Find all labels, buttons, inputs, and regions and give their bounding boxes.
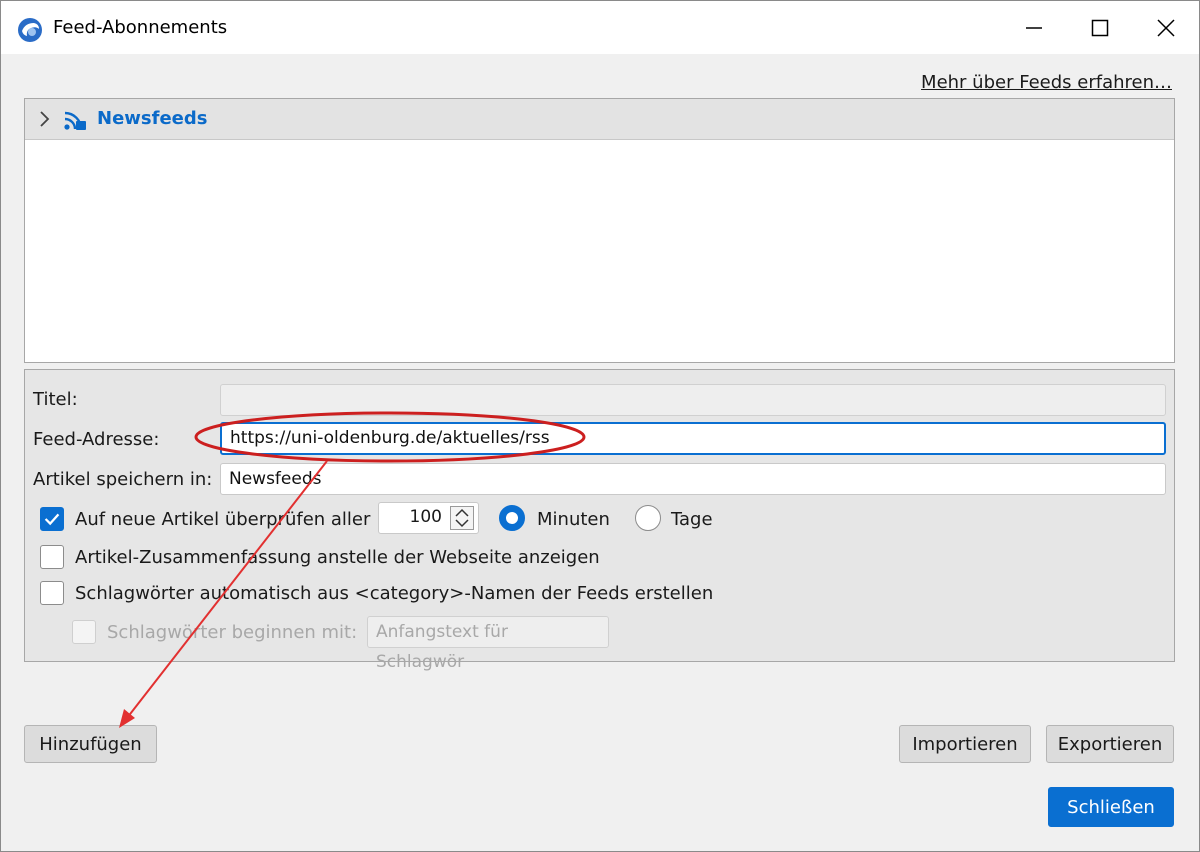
- summary-label: Artikel-Zusammenfassung anstelle der Web…: [75, 547, 600, 568]
- title-field[interactable]: [220, 384, 1166, 416]
- feed-tree[interactable]: Newsfeeds: [24, 98, 1175, 363]
- tag-prefix-label: Schlagwörter beginnen mit:: [107, 622, 358, 643]
- check-updates-checkbox[interactable]: [40, 507, 64, 531]
- maximize-button[interactable]: [1067, 1, 1133, 54]
- interval-stepper[interactable]: 100: [378, 502, 479, 534]
- minutes-radio[interactable]: [499, 505, 525, 531]
- check-updates-label: Auf neue Artikel überprüfen aller: [75, 509, 371, 530]
- days-label: Tage: [671, 509, 713, 530]
- days-radio[interactable]: [635, 505, 661, 531]
- window-title: Feed-Abonnements: [53, 17, 228, 38]
- tree-item-newsfeeds[interactable]: Newsfeeds: [25, 99, 1174, 140]
- auto-tags-label: Schlagwörter automatisch aus <category>-…: [75, 583, 714, 604]
- feed-subscriptions-dialog: Feed-Abonnements Mehr über Feeds erfahre…: [0, 0, 1200, 852]
- close-icon: [1157, 18, 1175, 37]
- spinner-arrows-icon[interactable]: [450, 506, 474, 530]
- tag-prefix-input[interactable]: Anfangstext für Schlagwör: [367, 616, 609, 672]
- add-button[interactable]: Hinzufügen: [24, 725, 157, 763]
- checkmark-icon: [44, 513, 60, 526]
- thunderbird-icon: [18, 18, 42, 42]
- title-label: Titel:: [33, 389, 78, 410]
- tag-prefix-checkbox[interactable]: [72, 620, 96, 644]
- feed-address-input[interactable]: https://uni-oldenburg.de/aktuelles/rss: [220, 422, 1166, 455]
- save-folder-label: Artikel speichern in:: [33, 469, 213, 490]
- tree-item-label: Newsfeeds: [97, 108, 208, 129]
- feed-properties-panel: Titel: Feed-Adresse: https://uni-oldenbu…: [24, 369, 1175, 672]
- interval-value: 100: [409, 507, 442, 527]
- minimize-button[interactable]: [1001, 1, 1067, 54]
- chevron-right-icon[interactable]: [37, 110, 53, 128]
- minimize-icon: [1026, 26, 1042, 29]
- minutes-label: Minuten: [537, 509, 610, 530]
- feed-address-label: Feed-Adresse:: [33, 429, 160, 450]
- import-button[interactable]: Importieren: [899, 725, 1031, 763]
- auto-tags-checkbox[interactable]: [40, 581, 64, 605]
- summary-checkbox[interactable]: [40, 545, 64, 569]
- close-button[interactable]: Schließen: [1048, 787, 1174, 827]
- maximize-icon: [1091, 19, 1109, 36]
- save-folder-field[interactable]: Newsfeeds: [220, 463, 1166, 495]
- title-bar: Feed-Abonnements: [1, 1, 1199, 54]
- learn-more-link[interactable]: Mehr über Feeds erfahren…: [921, 72, 1172, 93]
- close-window-button[interactable]: [1133, 1, 1199, 54]
- rss-icon: [64, 111, 86, 130]
- export-button[interactable]: Exportieren: [1046, 725, 1174, 763]
